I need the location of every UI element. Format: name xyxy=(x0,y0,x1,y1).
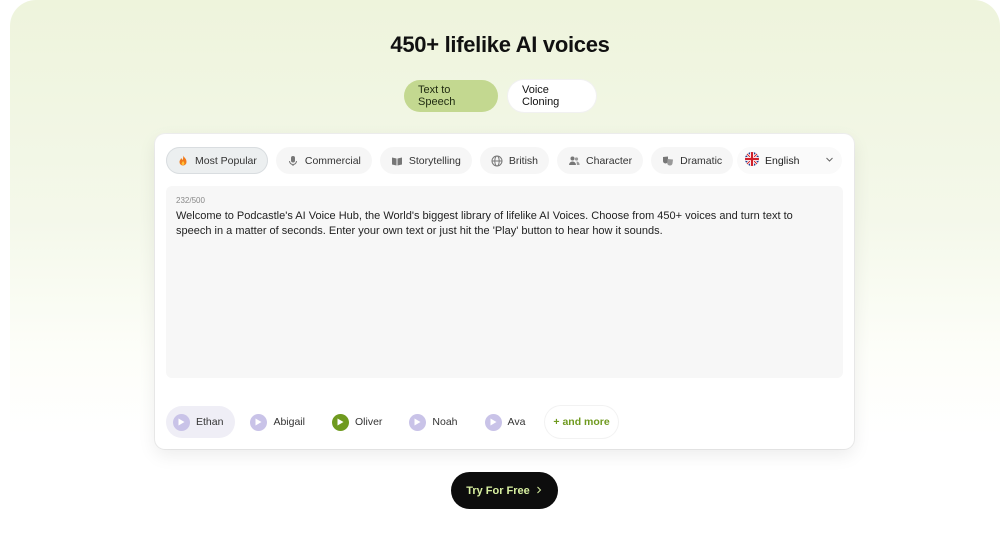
category-british[interactable]: British xyxy=(479,147,550,174)
microphone-icon xyxy=(287,155,299,167)
category-dramatic[interactable]: Dramatic xyxy=(651,147,734,174)
mode-tabs: Text to Speech Voice Cloning xyxy=(0,80,1000,112)
voice-name: Ava xyxy=(507,416,526,428)
cta-label: Try For Free xyxy=(466,484,530,497)
text-input-area[interactable]: 232/500 Welcome to Podcastle's AI Voice … xyxy=(166,186,843,378)
try-for-free-button[interactable]: Try For Free xyxy=(451,472,558,509)
category-label: Dramatic xyxy=(680,154,723,167)
globe-icon xyxy=(491,155,503,167)
more-voices-link[interactable]: + and more xyxy=(545,406,617,438)
character-counter: 232/500 xyxy=(176,196,205,205)
users-icon xyxy=(568,155,580,167)
category-most-popular[interactable]: Most Popular xyxy=(166,147,268,174)
category-character[interactable]: Character xyxy=(557,147,644,174)
fire-icon xyxy=(177,155,189,167)
voice-abigail[interactable]: Abigail xyxy=(243,406,317,438)
language-select[interactable]: English xyxy=(737,147,842,174)
voice-ethan[interactable]: Ethan xyxy=(166,406,236,438)
play-icon[interactable] xyxy=(250,413,268,431)
book-icon xyxy=(391,155,403,167)
voice-name: Oliver xyxy=(354,416,383,428)
language-label: English xyxy=(765,154,800,167)
category-storytelling[interactable]: Storytelling xyxy=(379,147,472,174)
tab-voice-cloning[interactable]: Voice Cloning xyxy=(508,80,596,112)
page-title: 450+ lifelike AI voices xyxy=(390,32,610,57)
play-icon[interactable] xyxy=(484,413,502,431)
voice-noah[interactable]: Noah xyxy=(402,406,470,438)
speech-text[interactable]: Welcome to Podcastle's AI Voice Hub, the… xyxy=(176,209,816,239)
play-icon[interactable] xyxy=(409,413,427,431)
play-icon[interactable] xyxy=(331,413,349,431)
voice-name: Noah xyxy=(432,416,458,428)
category-label: Character xyxy=(586,154,633,167)
category-filters: Most Popular Commercial Storytelling Bri… xyxy=(166,147,734,174)
tts-card: Most Popular Commercial Storytelling Bri… xyxy=(155,134,854,449)
chevron-down-icon xyxy=(825,155,834,166)
voice-name: Ethan xyxy=(196,416,224,428)
category-label: British xyxy=(508,154,539,167)
voice-ava[interactable]: Ava xyxy=(477,406,538,438)
category-label: Storytelling xyxy=(408,154,461,167)
play-icon[interactable] xyxy=(173,413,190,431)
voice-name: Abigail xyxy=(273,416,305,428)
page: 450+ lifelike AI voices Text to Speech V… xyxy=(0,0,1000,546)
chevron-right-icon xyxy=(535,485,543,497)
category-label: Commercial xyxy=(304,154,361,167)
uk-flag-icon xyxy=(745,152,759,169)
tab-text-to-speech[interactable]: Text to Speech xyxy=(404,80,498,112)
voice-oliver[interactable]: Oliver xyxy=(324,406,395,438)
theater-masks-icon xyxy=(662,155,674,167)
voice-list: Ethan Abigail Oliver Noah Ava + and more xyxy=(166,406,618,438)
category-label: Most Popular xyxy=(195,154,257,167)
category-commercial[interactable]: Commercial xyxy=(275,147,372,174)
